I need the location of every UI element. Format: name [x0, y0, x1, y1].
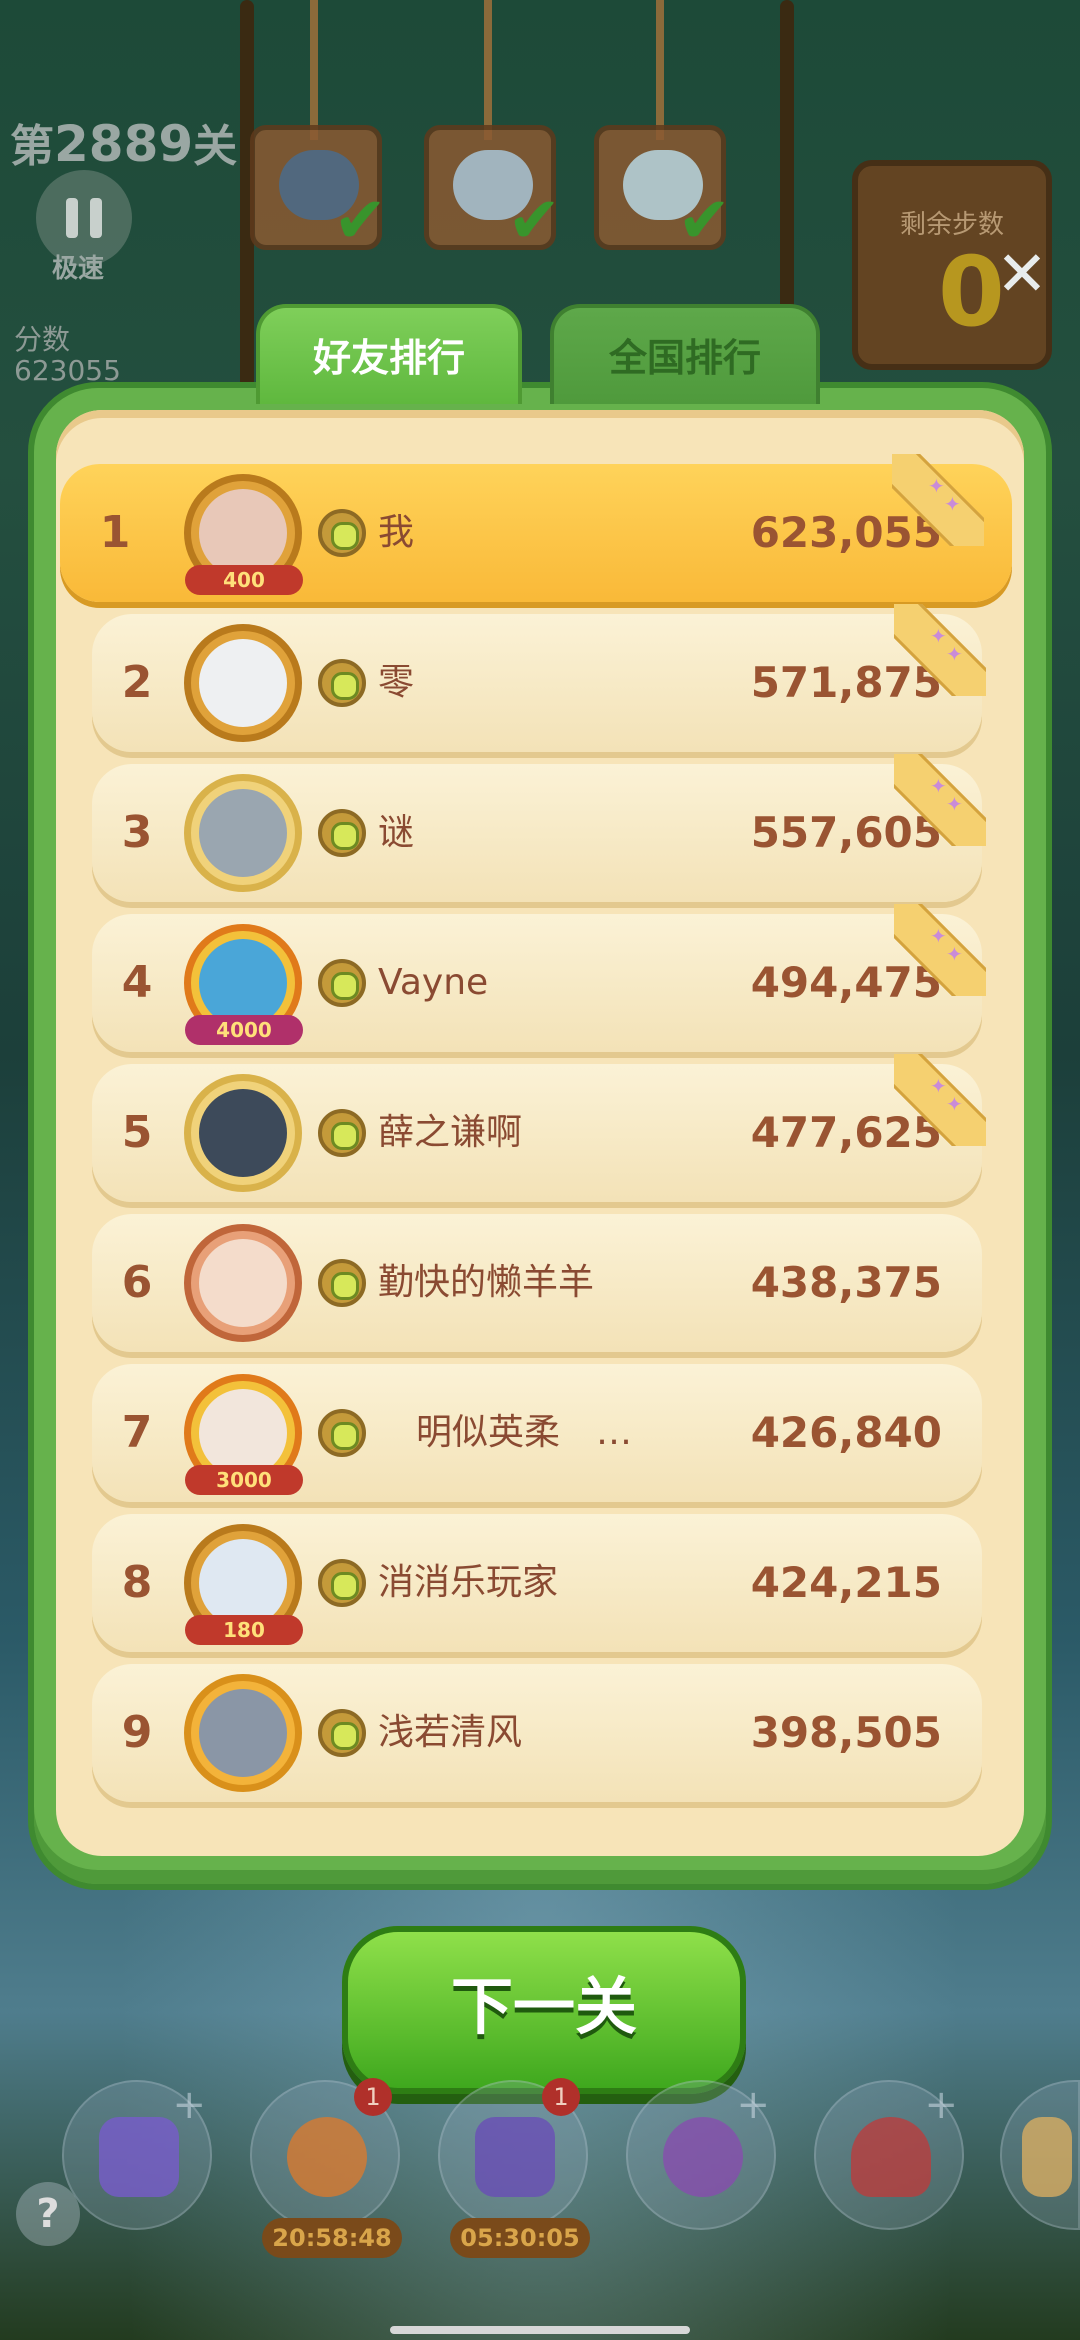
booster-shuffle[interactable]: + [62, 2080, 212, 2230]
plus-icon: + [924, 2082, 958, 2128]
rank-number: 6 [121, 1257, 153, 1308]
player-name: 零 [378, 662, 415, 703]
rank-number: 2 [121, 657, 153, 708]
stars-ribbon-icon: ✦ ✦ [894, 754, 986, 846]
medal-icon [318, 509, 366, 557]
avatar [184, 1224, 302, 1342]
booster-count: 1 [354, 2078, 392, 2116]
medal-icon [318, 809, 366, 857]
player-name: 谜 [378, 812, 415, 853]
level-number: 2889 [54, 115, 194, 173]
leaderboard-row[interactable]: 3 谜 557,605 ✦ ✦ [92, 764, 982, 902]
hammer-icon [1022, 2117, 1072, 2197]
leaderboard-row[interactable]: 9 浅若清风 398,505 [92, 1664, 982, 1802]
rank-number: 5 [121, 1107, 153, 1158]
rank-number: 7 [121, 1407, 153, 1458]
booster-timer: 05:30:05 [450, 2218, 590, 2258]
close-button[interactable]: ✕ [992, 243, 1052, 305]
bomb-icon [851, 2117, 931, 2197]
leaderboard-row-self[interactable]: 1 400 我 623,055 ✦ ✦ [60, 464, 1012, 602]
plus-icon: + [172, 2082, 206, 2128]
leaderboard-row[interactable]: 6 勤快的懒羊羊 438,375 [92, 1214, 982, 1352]
rope [484, 0, 492, 140]
booster-clock[interactable]: 1 [250, 2078, 400, 2230]
rocket-icon [663, 2117, 743, 2197]
booster-bomb[interactable]: + [814, 2080, 964, 2230]
stars-ribbon-icon: ✦ ✦ [894, 604, 986, 696]
level-badge: 4000 [185, 1015, 303, 1045]
speed-label: 极速 [52, 254, 105, 284]
tab-friends-ranking[interactable]: 好友排行 [256, 304, 522, 404]
leaderboard-row[interactable]: 8 180 消消乐玩家 424,215 [92, 1514, 982, 1652]
player-score: 438,375 [750, 1258, 942, 1307]
player-score: 398,505 [750, 1708, 942, 1757]
leaderboard-row[interactable]: 2 零 571,875 ✦ ✦ [92, 614, 982, 752]
leaderboard-row[interactable]: 4 4000 Vayne 494,475 ✦ ✦ [92, 914, 982, 1052]
rank-number: 8 [121, 1557, 153, 1608]
home-indicator[interactable] [390, 2326, 690, 2334]
shuffle-icon [99, 2117, 179, 2197]
avatar: 4000 [184, 924, 303, 1045]
level-badge: 3000 [185, 1465, 303, 1495]
leaderboard-row[interactable]: 7 3000 明似英柔 … 426,840 [92, 1364, 982, 1502]
medal-icon [318, 959, 366, 1007]
medal-icon [318, 1259, 366, 1307]
stars-ribbon-icon: ✦ ✦ [894, 1054, 986, 1146]
avatar [184, 624, 302, 742]
stars-ribbon-icon: ✦ ✦ [892, 454, 984, 546]
level-prefix: 第 [10, 121, 54, 172]
check-icon: ✔ [507, 184, 561, 258]
player-name: 勤快的懒羊羊 [378, 1262, 595, 1303]
goal-card-penguin: ✔ [250, 125, 387, 253]
player-name: 消消乐玩家 [378, 1562, 559, 1603]
booster-swap[interactable]: 1 [438, 2078, 588, 2230]
player-score: 424,215 [750, 1558, 942, 1607]
medal-icon [318, 1709, 366, 1757]
player-name: 明似英柔 … [416, 1412, 633, 1453]
check-icon: ✔ [677, 184, 731, 258]
goal-card-bear: ✔ [594, 125, 731, 253]
booster-rocket[interactable]: + [626, 2080, 776, 2230]
help-button[interactable]: ? [16, 2182, 80, 2246]
level-suffix: 关 [193, 121, 238, 172]
level-badge: 400 [185, 565, 303, 595]
avatar [184, 1074, 302, 1192]
rank-number: 4 [121, 957, 153, 1008]
avatar: 3000 [184, 1374, 303, 1495]
avatar: 180 [184, 1524, 303, 1645]
player-name: Vayne [378, 962, 489, 1003]
rank-number: 9 [121, 1707, 153, 1758]
rope [310, 0, 318, 140]
avatar: 400 [184, 474, 303, 595]
plus-icon: + [736, 2082, 770, 2128]
level-badge: 180 [185, 1615, 303, 1645]
medal-icon [318, 659, 366, 707]
goal-card-seal: ✔ [424, 125, 561, 253]
medal-icon [318, 1559, 366, 1607]
score-label: 分数 [14, 323, 71, 356]
booster-count: 1 [542, 2078, 580, 2116]
medal-icon [318, 1109, 366, 1157]
tab-national-ranking[interactable]: 全国排行 [550, 304, 820, 404]
pause-icon [66, 198, 78, 238]
level-indicator: 第2889关 [10, 110, 237, 174]
booster-timer: 20:58:48 [262, 2218, 402, 2258]
player-name: 薛之谦啊 [378, 1112, 523, 1153]
pause-icon [90, 198, 102, 238]
avatar [184, 1674, 302, 1792]
swap-icon [475, 2117, 555, 2197]
player-name: 我 [378, 512, 415, 553]
check-icon: ✔ [333, 184, 387, 258]
clock-icon [287, 2117, 367, 2197]
player-score: 426,840 [750, 1408, 942, 1457]
rope [656, 0, 664, 140]
leaderboard-row[interactable]: 5 薛之谦啊 477,625 ✦ ✦ [92, 1064, 982, 1202]
stars-ribbon-icon: ✦ ✦ [894, 904, 986, 996]
rank-number: 1 [99, 507, 131, 558]
medal-icon [318, 1409, 366, 1457]
rank-number: 3 [121, 807, 153, 858]
player-name: 浅若清风 [378, 1712, 523, 1753]
avatar [184, 774, 302, 892]
next-level-button[interactable]: 下一关 [342, 1926, 746, 2094]
